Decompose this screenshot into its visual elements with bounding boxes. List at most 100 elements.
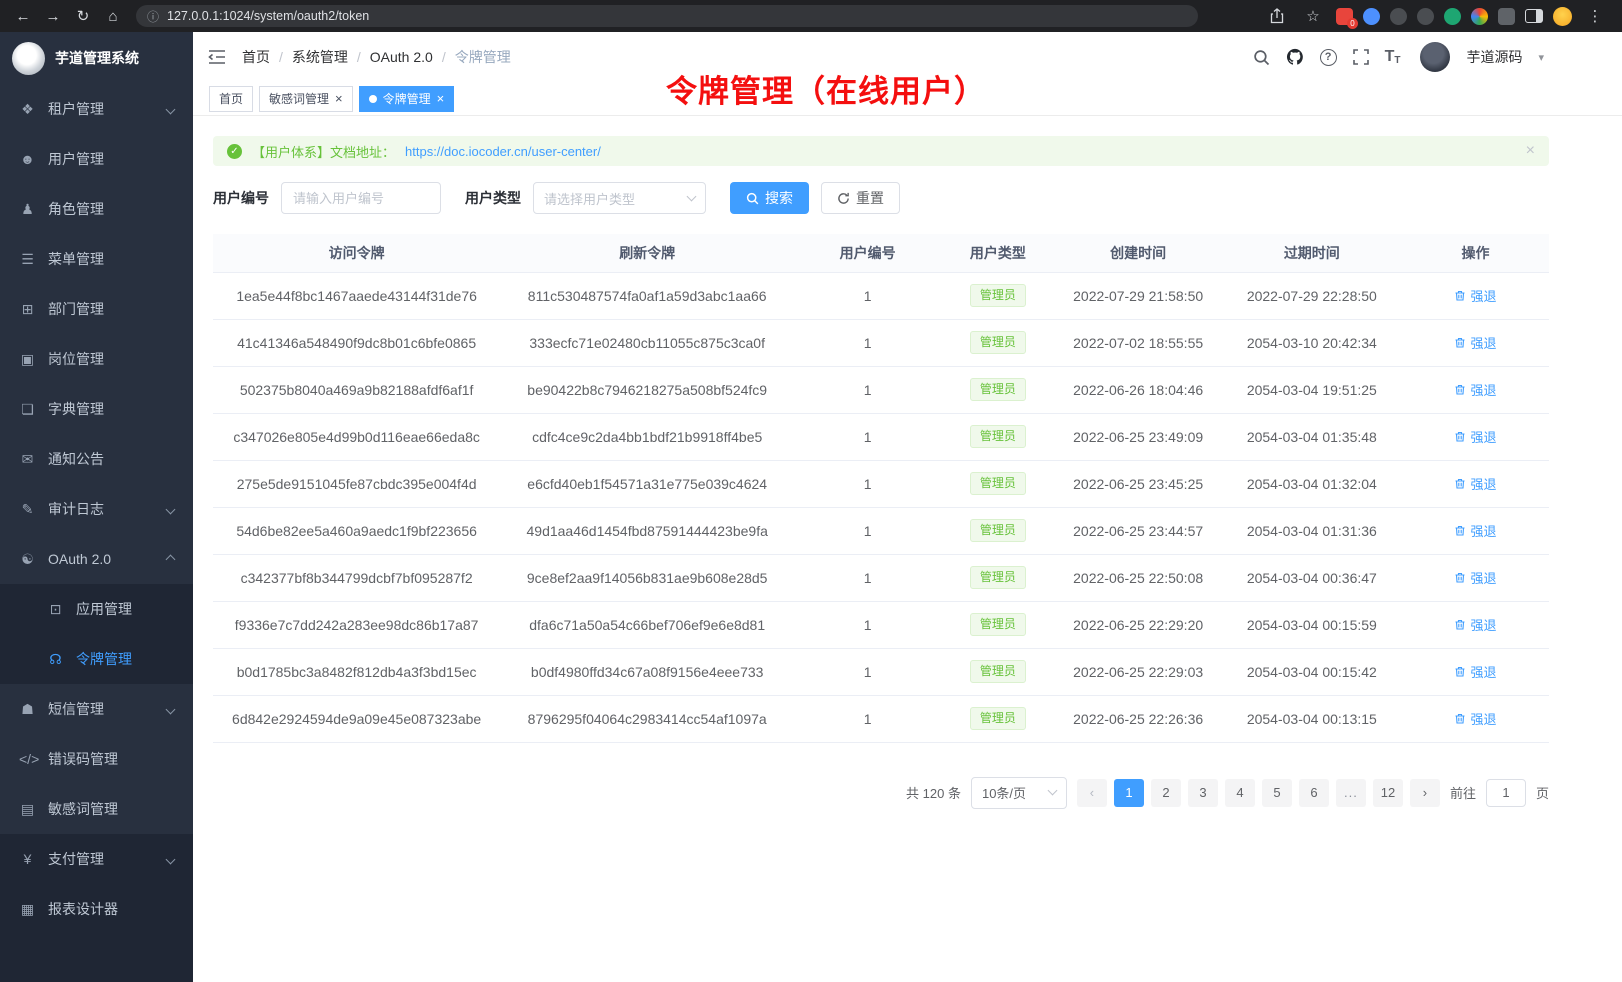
fullscreen-icon[interactable] (1353, 49, 1369, 65)
user-type-cell: 管理员 (941, 319, 1055, 366)
user-avatar[interactable] (1420, 42, 1450, 72)
force-logout-button[interactable]: 强退 (1454, 474, 1496, 493)
tab-label: 首页 (219, 90, 243, 107)
sidebar-item-audit[interactable]: ✎审计日志 (0, 484, 193, 534)
extension-red-icon[interactable]: 0 (1336, 8, 1353, 25)
goto-page-input[interactable] (1486, 779, 1526, 807)
reset-button[interactable]: 重置 (821, 182, 900, 214)
refresh-token-cell: dfa6c71a50a54c66bef706ef9e6e8d81 (500, 601, 794, 648)
sidebar-item-sms[interactable]: ☗短信管理 (0, 684, 193, 734)
sidebar-item-notice[interactable]: ✉通知公告 (0, 434, 193, 484)
sidebar-item-role[interactable]: ♟角色管理 (0, 184, 193, 234)
page-button-12[interactable]: 12 (1373, 779, 1403, 807)
force-logout-button[interactable]: 强退 (1454, 662, 1496, 681)
font-size-icon[interactable]: TT (1385, 48, 1401, 66)
sidebar-item-oauth[interactable]: ☯OAuth 2.0 (0, 534, 193, 584)
sidebar-item-oauth-token[interactable]: ☊令牌管理 (0, 634, 193, 684)
table-row: 54d6be82ee5a460a9aedc1f9bf22365649d1aa46… (213, 507, 1549, 554)
force-logout-icon (1454, 478, 1466, 490)
sidebar-item-pay[interactable]: ¥支付管理 (0, 834, 193, 884)
doc-link[interactable]: https://doc.iocoder.cn/user-center/ (405, 144, 601, 159)
sidebar-item-label: 应用管理 (76, 599, 132, 619)
expire-time-cell: 2054-03-04 19:51:25 (1222, 366, 1402, 413)
search-icon[interactable] (1253, 49, 1270, 66)
page-button-1[interactable]: 1 (1114, 779, 1144, 807)
main-area: 首页/系统管理/OAuth 2.0/令牌管理 ? TT 芋道源码 ▾ 首页敏感词… (193, 32, 1622, 982)
extensions-puzzle-icon[interactable] (1498, 8, 1515, 25)
force-logout-icon (1454, 384, 1466, 396)
sidebar-item-oauth-app[interactable]: ⊡应用管理 (0, 584, 193, 634)
tab-home[interactable]: 首页 (209, 86, 253, 112)
address-bar[interactable]: ⓘ 127.0.0.1:1024/system/oauth2/token (136, 5, 1198, 27)
sidebar-item-label: 报表设计器 (48, 899, 118, 919)
alert-close-icon[interactable]: × (1526, 142, 1535, 160)
help-icon[interactable]: ? (1320, 49, 1337, 66)
sidebar-item-report[interactable]: ▦报表设计器 (0, 884, 193, 934)
tab-token[interactable]: 令牌管理× (359, 86, 455, 112)
user-type-badge: 管理员 (970, 519, 1026, 541)
force-logout-button[interactable]: 强退 (1454, 568, 1496, 587)
sidebar-item-sensitive[interactable]: ▤敏感词管理 (0, 784, 193, 834)
access-token-cell: 1ea5e44f8bc1467aaede43144f31de76 (213, 272, 500, 319)
sidebar-collapse-icon[interactable] (208, 49, 226, 65)
force-logout-button[interactable]: 强退 (1454, 333, 1496, 352)
extension-green-icon[interactable] (1444, 8, 1461, 25)
sidebar-item-tenant[interactable]: ❖租户管理 (0, 84, 193, 134)
force-logout-button[interactable]: 强退 (1454, 427, 1496, 446)
table-row: 275e5de9151045fe87cbdc395e004f4de6cfd40e… (213, 460, 1549, 507)
close-icon[interactable]: × (437, 92, 445, 105)
back-icon[interactable]: ← (10, 3, 36, 29)
force-logout-button[interactable]: 强退 (1454, 521, 1496, 540)
browser-profile-icon[interactable] (1553, 7, 1572, 26)
action-label: 强退 (1470, 521, 1496, 540)
bookmark-star-icon[interactable]: ☆ (1300, 3, 1326, 29)
page-button-5[interactable]: 5 (1262, 779, 1292, 807)
extension-pinwheel-icon[interactable] (1471, 8, 1488, 25)
split-view-icon[interactable] (1525, 9, 1543, 23)
pager-ellipsis[interactable]: ... (1336, 779, 1366, 807)
reload-icon[interactable]: ↻ (70, 3, 96, 29)
forward-icon[interactable]: → (40, 3, 66, 29)
close-icon[interactable]: × (335, 92, 343, 105)
sidebar-item-dept[interactable]: ⊞部门管理 (0, 284, 193, 334)
share-icon[interactable] (1264, 3, 1290, 29)
next-page-button[interactable]: › (1410, 779, 1440, 807)
force-logout-button[interactable]: 强退 (1454, 709, 1496, 728)
user-id-filter: 用户编号 (213, 182, 441, 214)
sidebar-item-label: 敏感词管理 (48, 799, 118, 819)
page-size-select[interactable]: 10条/页 (971, 777, 1067, 809)
page-button-3[interactable]: 3 (1188, 779, 1218, 807)
breadcrumb-item[interactable]: OAuth 2.0 (370, 49, 433, 65)
home-icon[interactable]: ⌂ (100, 3, 126, 29)
page-button-6[interactable]: 6 (1299, 779, 1329, 807)
site-info-icon[interactable]: ⓘ (147, 8, 159, 25)
browser-menu-icon[interactable]: ⋮ (1582, 3, 1608, 29)
prev-page-button[interactable]: ‹ (1077, 779, 1107, 807)
page-button-4[interactable]: 4 (1225, 779, 1255, 807)
breadcrumb-item[interactable]: 系统管理 (292, 47, 348, 67)
user-type-badge: 管理员 (970, 284, 1026, 306)
github-icon[interactable] (1286, 48, 1304, 66)
sidebar-item-menu[interactable]: ☰菜单管理 (0, 234, 193, 284)
sidebar-item-dict[interactable]: ❏字典管理 (0, 384, 193, 434)
page-button-2[interactable]: 2 (1151, 779, 1181, 807)
username[interactable]: 芋道源码 (1466, 47, 1522, 67)
role-icon: ♟ (19, 201, 36, 218)
search-button[interactable]: 搜索 (730, 182, 809, 214)
sidebar-item-label: 支付管理 (48, 849, 104, 869)
force-logout-button[interactable]: 强退 (1454, 286, 1496, 305)
force-logout-button[interactable]: 强退 (1454, 615, 1496, 634)
extension-blue-icon[interactable] (1363, 8, 1380, 25)
extension-dark-icon[interactable] (1390, 8, 1407, 25)
tab-sensitive[interactable]: 敏感词管理× (259, 86, 353, 112)
user-id-input[interactable] (281, 182, 441, 214)
sidebar-item-errorcode[interactable]: </>错误码管理 (0, 734, 193, 784)
force-logout-button[interactable]: 强退 (1454, 380, 1496, 399)
sidebar-item-user[interactable]: ☻用户管理 (0, 134, 193, 184)
breadcrumb-item[interactable]: 首页 (242, 47, 270, 67)
user-type-select[interactable]: 请选择用户类型 (533, 182, 706, 214)
access-token-cell: 502375b8040a469a9b82188afdf6af1f (213, 366, 500, 413)
sidebar-item-post[interactable]: ▣岗位管理 (0, 334, 193, 384)
app-logo[interactable]: 芋道管理系统 (0, 32, 193, 84)
extension-dark2-icon[interactable] (1417, 8, 1434, 25)
